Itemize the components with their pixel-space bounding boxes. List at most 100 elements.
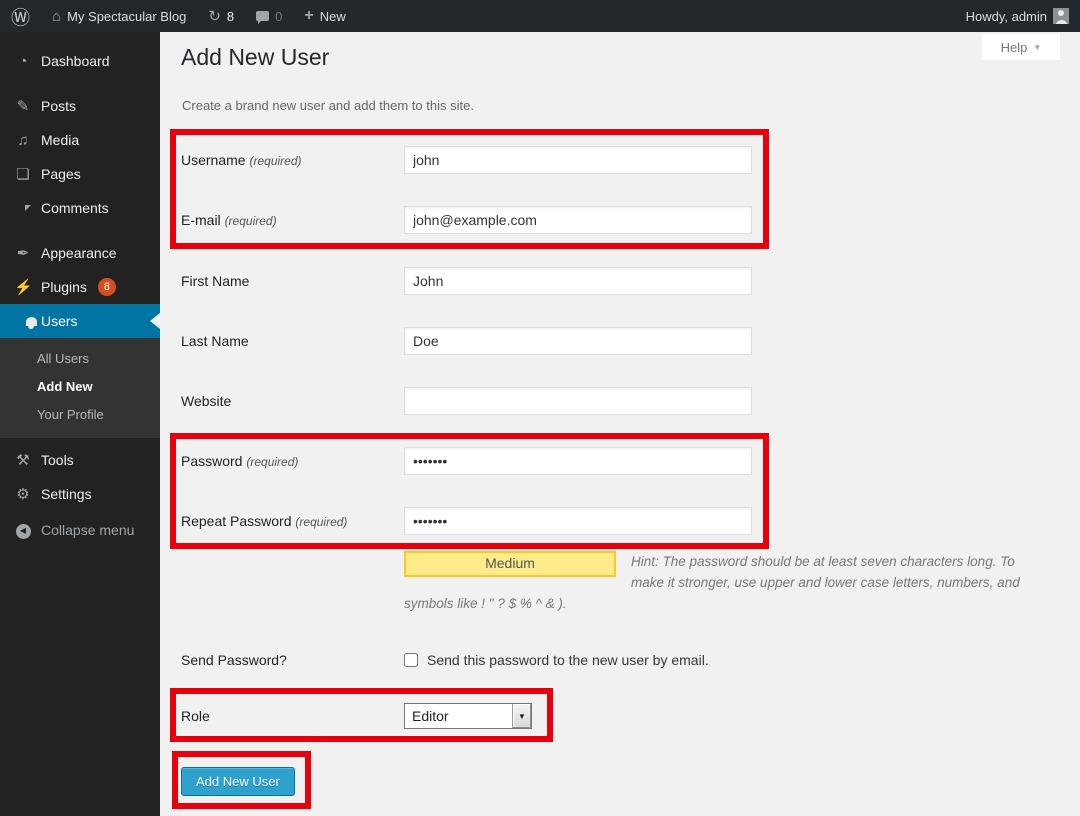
comments-bubble-icon xyxy=(256,11,269,21)
first-name-row: First Name xyxy=(181,267,752,295)
website-row: Website xyxy=(181,387,752,415)
sidebar-item-settings[interactable]: ⚙ Settings xyxy=(0,477,160,511)
sidebar-item-label: Dashboard xyxy=(41,53,110,69)
password-label: Password (required) xyxy=(181,447,404,476)
my-account-link[interactable]: Howdy, admin xyxy=(955,0,1080,32)
sidebar-item-label: Media xyxy=(41,132,79,148)
updates-link[interactable]: ↻ 8 xyxy=(197,0,245,32)
website-input[interactable] xyxy=(404,387,752,415)
sidebar-item-plugins[interactable]: ⚡ Plugins 8 xyxy=(0,270,160,304)
collapse-menu-button[interactable]: ◀ Collapse menu xyxy=(0,513,160,547)
email-input[interactable] xyxy=(404,206,752,234)
sidebar-item-posts[interactable]: ✎ Posts xyxy=(0,89,160,123)
admin-menu-lower: ⚒ Tools ⚙ Settings ◀ Collapse menu xyxy=(0,438,160,547)
admin-menu: ◔ Dashboard ✎ Posts ♫ Media ❏ Pages Comm… xyxy=(0,32,160,338)
last-name-label: Last Name xyxy=(181,327,404,355)
dashboard-icon: ◔ xyxy=(14,54,32,69)
password-row: Password (required) xyxy=(181,447,752,476)
email-row: E-mail (required) xyxy=(181,206,752,235)
sidebar-item-appearance[interactable]: ✒ Appearance xyxy=(0,236,160,270)
first-name-label: First Name xyxy=(181,267,404,295)
role-selected-value: Editor xyxy=(405,708,512,724)
chevron-down-icon: ▼ xyxy=(518,712,526,721)
plugins-icon: ⚡ xyxy=(14,280,32,295)
password-strength-meter: Medium xyxy=(404,551,616,577)
role-label: Role xyxy=(181,703,404,729)
send-password-row: Send Password? Send this password to the… xyxy=(181,650,709,670)
required-note: (required) xyxy=(246,455,298,469)
sidebar-item-label: Users xyxy=(41,313,78,329)
comments-link[interactable]: 0 xyxy=(245,0,293,32)
send-password-label: Send Password? xyxy=(181,650,404,670)
site-name-link[interactable]: ⌂ My Spectacular Blog xyxy=(41,0,197,32)
page-subtitle: Create a brand new user and add them to … xyxy=(182,98,474,113)
users-submenu: All Users Add New Your Profile xyxy=(0,338,160,438)
sidebar-item-comments[interactable]: Comments xyxy=(0,191,160,225)
repeat-password-row: Repeat Password (required) xyxy=(181,507,752,536)
sidebar-item-dashboard[interactable]: ◔ Dashboard xyxy=(0,44,160,78)
first-name-input[interactable] xyxy=(404,267,752,295)
submenu-item-your-profile[interactable]: Your Profile xyxy=(0,401,160,429)
sidebar-item-media[interactable]: ♫ Media xyxy=(0,123,160,157)
send-password-checkbox-label: Send this password to the new user by em… xyxy=(427,650,709,670)
sidebar-item-label: Tools xyxy=(41,452,74,468)
sidebar-item-label: Appearance xyxy=(41,245,117,261)
sidebar-item-label: Pages xyxy=(41,166,81,182)
website-label: Website xyxy=(181,387,404,415)
repeat-password-input[interactable] xyxy=(404,507,752,535)
password-input[interactable] xyxy=(404,447,752,475)
home-icon: ⌂ xyxy=(52,9,61,24)
tools-icon: ⚒ xyxy=(14,453,32,468)
pages-icon: ❏ xyxy=(14,167,32,182)
updates-count: 8 xyxy=(227,9,234,24)
updates-icon: ↻ xyxy=(208,9,221,24)
posts-icon: ✎ xyxy=(14,99,32,114)
select-dropdown-button[interactable]: ▼ xyxy=(512,704,531,728)
howdy-label: Howdy, admin xyxy=(966,9,1047,24)
help-button[interactable]: Help ▼ xyxy=(982,34,1060,60)
help-label: Help xyxy=(1001,40,1028,55)
current-menu-arrow xyxy=(150,313,160,329)
last-name-input[interactable] xyxy=(404,327,752,355)
media-icon: ♫ xyxy=(14,133,32,148)
username-label: Username (required) xyxy=(181,146,404,175)
comments-count: 0 xyxy=(275,9,282,24)
plus-icon: + xyxy=(304,8,313,24)
sidebar-item-users[interactable]: Users xyxy=(0,304,160,338)
appearance-icon: ✒ xyxy=(14,246,32,261)
role-select[interactable]: Editor ▼ xyxy=(404,703,532,729)
plugins-update-badge: 8 xyxy=(98,278,116,296)
required-note: (required) xyxy=(225,214,277,228)
required-note: (required) xyxy=(295,515,347,529)
new-label: New xyxy=(320,9,346,24)
page-title: Add New User xyxy=(181,44,329,71)
send-password-checkbox[interactable] xyxy=(404,653,418,667)
wordpress-logo-icon: Ⓦ xyxy=(11,3,30,30)
submenu-item-add-new[interactable]: Add New xyxy=(0,373,160,401)
sidebar-item-label: Comments xyxy=(41,200,109,216)
add-new-user-button[interactable]: Add New User xyxy=(181,767,295,796)
password-hint-area: Medium Hint: The password should be at l… xyxy=(404,551,1036,614)
sidebar-item-pages[interactable]: ❏ Pages xyxy=(0,157,160,191)
send-password-option: Send this password to the new user by em… xyxy=(404,650,709,670)
sidebar-item-label: Collapse menu xyxy=(41,522,134,538)
role-row: Role Editor ▼ xyxy=(181,703,532,729)
repeat-password-label: Repeat Password (required) xyxy=(181,507,404,536)
required-note: (required) xyxy=(249,154,301,168)
email-label: E-mail (required) xyxy=(181,206,404,235)
admin-sidebar: ◔ Dashboard ✎ Posts ♫ Media ❏ Pages Comm… xyxy=(0,32,160,816)
new-content-link[interactable]: + New xyxy=(293,0,356,32)
admin-bar: Ⓦ ⌂ My Spectacular Blog ↻ 8 0 + New Howd… xyxy=(0,0,1080,32)
collapse-icon: ◀ xyxy=(14,521,32,539)
username-input[interactable] xyxy=(404,146,752,174)
sidebar-item-tools[interactable]: ⚒ Tools xyxy=(0,443,160,477)
sidebar-item-label: Plugins xyxy=(41,279,87,295)
wp-logo-menu[interactable]: Ⓦ xyxy=(0,0,41,32)
settings-icon: ⚙ xyxy=(14,487,32,502)
sidebar-item-label: Posts xyxy=(41,98,76,114)
avatar xyxy=(1053,8,1069,24)
username-row: Username (required) xyxy=(181,146,752,175)
chevron-down-icon: ▼ xyxy=(1033,43,1041,52)
submenu-item-all-users[interactable]: All Users xyxy=(0,345,160,373)
sidebar-item-label: Settings xyxy=(41,486,92,502)
